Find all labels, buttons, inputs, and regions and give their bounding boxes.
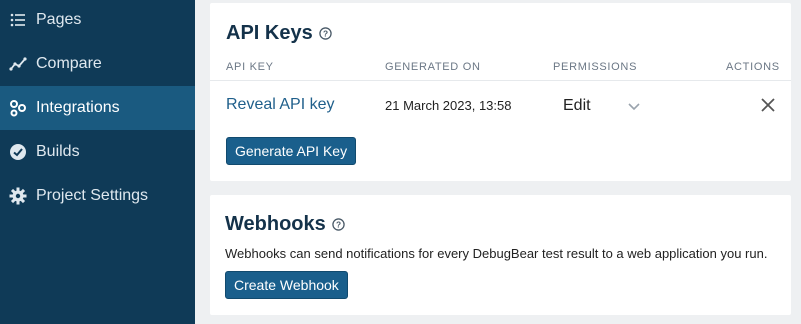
api-keys-title-text: API Keys xyxy=(226,22,313,44)
generated-on-value: 21 March 2023, 13:58 xyxy=(385,98,512,113)
webhooks-description: Webhooks can send notifications for ever… xyxy=(225,246,768,261)
sidebar-item-pages[interactable]: Pages xyxy=(0,0,195,42)
integrations-icon xyxy=(9,99,27,117)
close-icon xyxy=(760,98,776,117)
sidebar-item-integrations[interactable]: Integrations xyxy=(0,86,195,130)
sidebar-item-compare[interactable]: Compare xyxy=(0,42,195,86)
list-icon xyxy=(9,11,27,29)
sidebar-item-label: Compare xyxy=(36,55,102,72)
delete-api-key-button[interactable] xyxy=(760,97,776,113)
sidebar-item-builds[interactable]: Builds xyxy=(0,130,195,174)
api-keys-card: API Keys ? API KEY GENERATED ON PERMISSI… xyxy=(210,3,791,181)
sidebar: Pages Compare Integrations Builds Projec… xyxy=(0,0,195,324)
sidebar-item-label: Project Settings xyxy=(36,187,149,204)
sidebar-item-project-settings[interactable]: Project Settings xyxy=(0,174,195,218)
gear-icon xyxy=(9,187,27,205)
table-divider xyxy=(210,80,791,81)
svg-text:?: ? xyxy=(323,29,328,39)
webhooks-card: Webhooks ? Webhooks can send notificatio… xyxy=(210,195,791,315)
help-icon[interactable]: ? xyxy=(332,218,345,231)
permissions-select[interactable]: Edit xyxy=(563,94,643,118)
sidebar-item-label: Integrations xyxy=(36,99,120,116)
api-keys-title: API Keys ? xyxy=(226,22,332,45)
trend-icon xyxy=(9,55,27,73)
generate-api-key-button[interactable]: Generate API Key xyxy=(226,137,357,165)
chevron-down-icon xyxy=(627,99,641,113)
create-webhook-button[interactable]: Create Webhook xyxy=(225,271,348,299)
column-header-permissions: PERMISSIONS xyxy=(553,61,638,73)
reveal-api-key-link[interactable]: Reveal API key xyxy=(226,96,335,114)
check-circle-icon xyxy=(9,143,27,161)
svg-text:?: ? xyxy=(336,220,341,230)
column-header-api-key: API KEY xyxy=(226,61,274,73)
column-header-actions: ACTIONS xyxy=(726,61,780,73)
webhooks-title: Webhooks ? xyxy=(225,213,345,236)
permissions-value: Edit xyxy=(563,97,591,114)
help-icon[interactable]: ? xyxy=(318,27,332,40)
column-header-generated-on: GENERATED ON xyxy=(385,61,481,73)
sidebar-item-label: Pages xyxy=(36,11,82,28)
sidebar-item-label: Builds xyxy=(36,143,80,160)
webhooks-title-text: Webhooks xyxy=(225,213,326,235)
